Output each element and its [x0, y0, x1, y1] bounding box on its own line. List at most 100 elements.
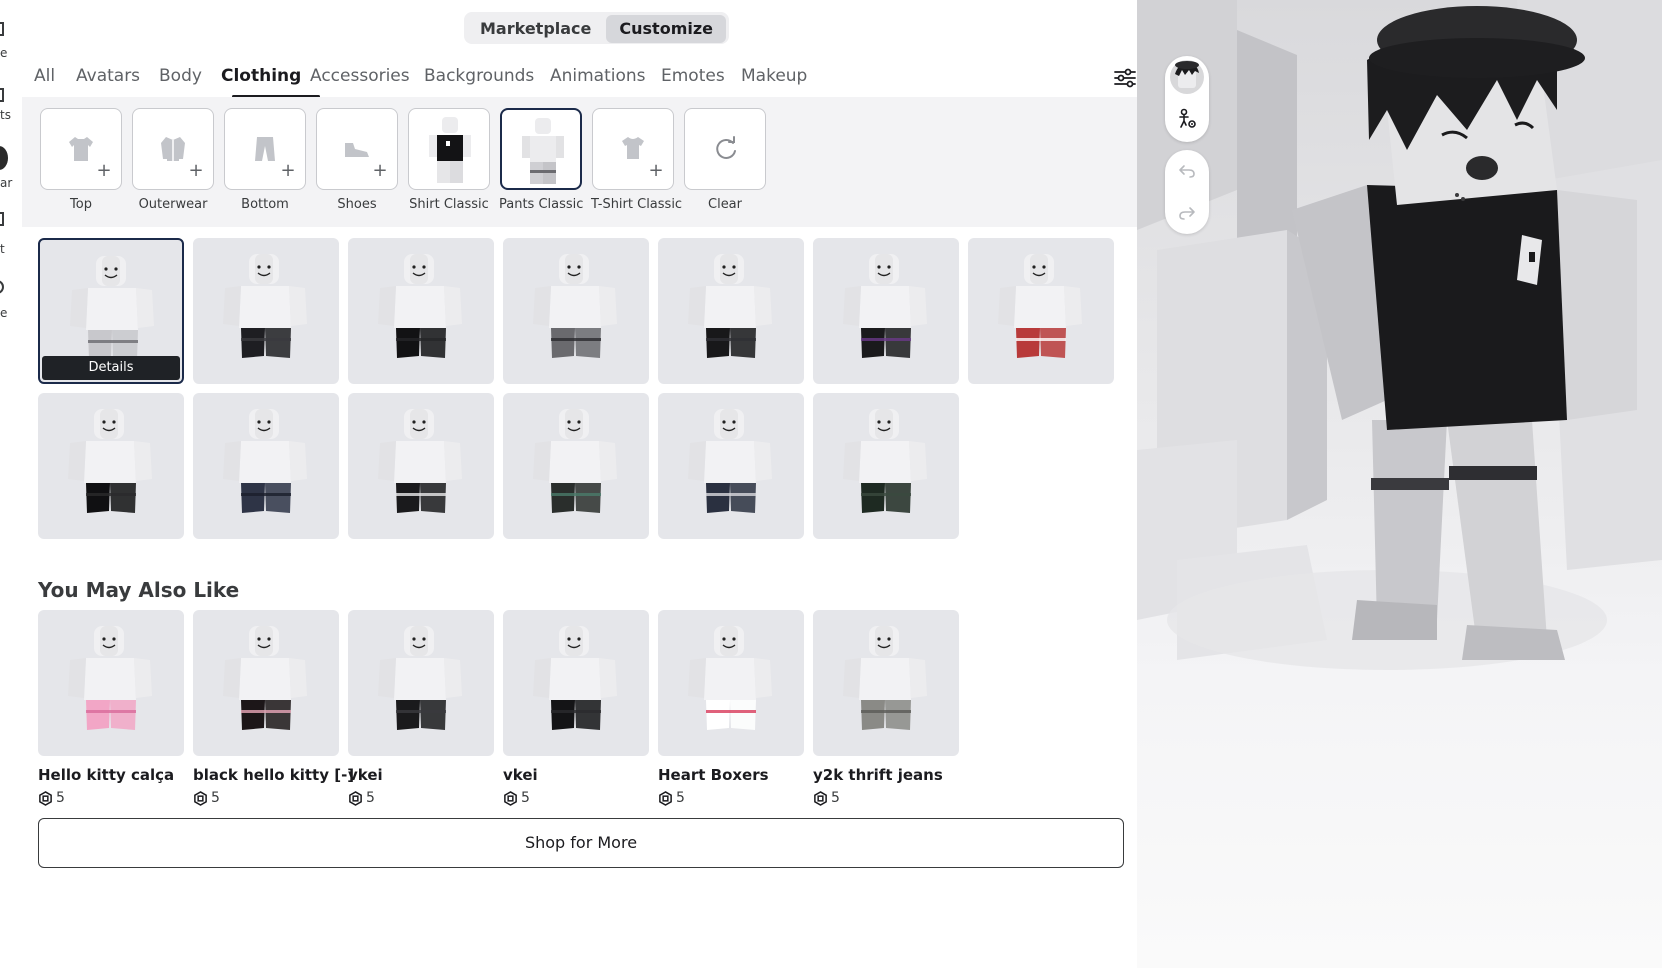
avatar-thumbnail	[998, 254, 1082, 358]
avatar-thumbnail	[533, 626, 617, 730]
pants-add-icon	[255, 137, 275, 161]
subcategory-strip: + Top + Outerwear + Bottom + Shoes Shirt…	[22, 97, 1137, 227]
avatar-headshot-icon	[1170, 60, 1204, 94]
subcat-shirt-classic[interactable]: Shirt Classic	[407, 108, 491, 212]
trade-icon[interactable]	[0, 280, 4, 294]
recommendation-image	[658, 610, 804, 756]
avatar-thumbnail-icon	[522, 118, 564, 184]
shop-for-more-button[interactable]: Shop for More	[38, 818, 1124, 868]
recommendation-item[interactable]: Heart Boxers 5	[658, 610, 804, 806]
plus-icon: +	[279, 160, 297, 181]
subcat-shoes[interactable]: + Shoes	[315, 108, 399, 212]
recommendation-name: Heart Boxers	[658, 766, 769, 784]
avatar-viewport[interactable]	[1137, 0, 1662, 968]
avatar-thumbnail	[223, 626, 307, 730]
filter-icon[interactable]	[1111, 64, 1139, 92]
tab-body[interactable]: Body	[159, 66, 202, 86]
tab-clothing[interactable]: Clothing	[221, 66, 301, 86]
redo-button[interactable]	[1165, 192, 1209, 234]
recommendation-name: y2k thrift jeans	[813, 766, 943, 784]
grid-item[interactable]	[193, 393, 339, 539]
recommendation-name: vkei	[348, 766, 383, 784]
price-value: 5	[366, 790, 375, 806]
plus-icon: +	[187, 160, 205, 181]
robux-icon	[349, 790, 362, 806]
grid-item[interactable]	[813, 238, 959, 384]
subcat-bottom[interactable]: + Bottom	[223, 108, 307, 212]
shirt-add-icon	[69, 137, 93, 161]
grid-item[interactable]	[348, 238, 494, 384]
grid-item[interactable]	[503, 393, 649, 539]
customize-toggle[interactable]: Customize	[606, 15, 727, 43]
recommendation-item[interactable]: Hello kitty calça 5	[38, 610, 184, 806]
price-value: 5	[676, 790, 685, 806]
undo-button[interactable]	[1165, 150, 1209, 192]
home-icon[interactable]	[0, 22, 4, 36]
left-nav-label-3[interactable]: ar	[0, 176, 12, 190]
avatar-thumbnail	[688, 409, 772, 513]
recommendation-item[interactable]: black hello kitty [-] 5	[193, 610, 354, 806]
avatar-thumbnail	[688, 626, 772, 730]
grid-item[interactable]	[813, 393, 959, 539]
inventory-icon[interactable]	[0, 212, 4, 226]
recommendation-name: vkei	[503, 766, 538, 784]
viewport-top-controls	[1165, 56, 1209, 142]
recommendation-price: 5	[503, 790, 649, 806]
grid-item[interactable]	[348, 393, 494, 539]
marketplace-toggle[interactable]: Marketplace	[467, 15, 604, 43]
avatar-thumbnail	[223, 254, 307, 358]
jacket-add-icon	[161, 137, 185, 161]
left-nav-label-4[interactable]: t	[0, 242, 5, 256]
subcat-tshirt-classic[interactable]: + T-Shirt Classic	[591, 108, 682, 212]
subcat-pants-classic[interactable]: Pants Classic	[499, 108, 583, 212]
grid-item[interactable]	[193, 238, 339, 384]
refresh-icon	[716, 136, 736, 159]
undo-redo-controls	[1165, 150, 1209, 234]
mode-toggle: Marketplace Customize	[464, 12, 730, 44]
avatar-thumbnail	[843, 254, 927, 358]
grid-item[interactable]: Details	[38, 238, 184, 384]
chart-icon[interactable]	[0, 88, 4, 102]
avatar-3d-scene	[1137, 0, 1662, 670]
avatar-thumbnail	[378, 254, 462, 358]
avatar-headshot-button[interactable]	[1165, 56, 1209, 98]
plus-icon: +	[647, 160, 665, 181]
avatar-thumbnail	[843, 626, 927, 730]
recommendation-item[interactable]: vkei 5	[348, 610, 494, 806]
tab-avatars[interactable]: Avatars	[76, 66, 140, 86]
tab-backgrounds[interactable]: Backgrounds	[424, 66, 534, 86]
price-value: 5	[56, 790, 65, 806]
tab-emotes[interactable]: Emotes	[661, 66, 725, 86]
avatar-settings-button[interactable]	[1165, 98, 1209, 140]
tab-animations[interactable]: Animations	[550, 66, 646, 86]
avatar-thumbnail	[68, 626, 152, 730]
grid-item[interactable]	[38, 393, 184, 539]
subcat-clear[interactable]: Clear	[683, 108, 767, 212]
left-nav-label-5[interactable]: e	[0, 306, 7, 320]
tab-all[interactable]: All	[34, 66, 55, 86]
left-nav-label-2[interactable]: ts	[0, 108, 11, 122]
tab-makeup[interactable]: Makeup	[741, 66, 807, 86]
details-button[interactable]: Details	[42, 356, 180, 380]
recommendation-image	[813, 610, 959, 756]
avatar-thumbnail-icon	[429, 117, 471, 183]
category-tabs: All Avatars Body Clothing Accessories Ba…	[22, 60, 1137, 98]
grid-item[interactable]	[658, 238, 804, 384]
price-value: 5	[211, 790, 220, 806]
avatar-icon[interactable]	[0, 146, 8, 170]
subcat-top[interactable]: + Top	[39, 108, 123, 212]
price-value: 5	[831, 790, 840, 806]
recommendation-item[interactable]: y2k thrift jeans 5	[813, 610, 959, 806]
grid-item[interactable]	[658, 393, 804, 539]
subcat-outerwear[interactable]: + Outerwear	[131, 108, 215, 212]
tab-accessories[interactable]: Accessories	[310, 66, 410, 86]
avatar-thumbnail	[378, 409, 462, 513]
recommendation-item[interactable]: vkei 5	[503, 610, 649, 806]
grid-item[interactable]	[503, 238, 649, 384]
price-value: 5	[521, 790, 530, 806]
grid-item[interactable]	[968, 238, 1114, 384]
recommendation-image	[503, 610, 649, 756]
recommendation-image	[193, 610, 339, 756]
left-nav-label-1[interactable]: e	[0, 46, 7, 60]
redo-icon	[1179, 207, 1195, 220]
